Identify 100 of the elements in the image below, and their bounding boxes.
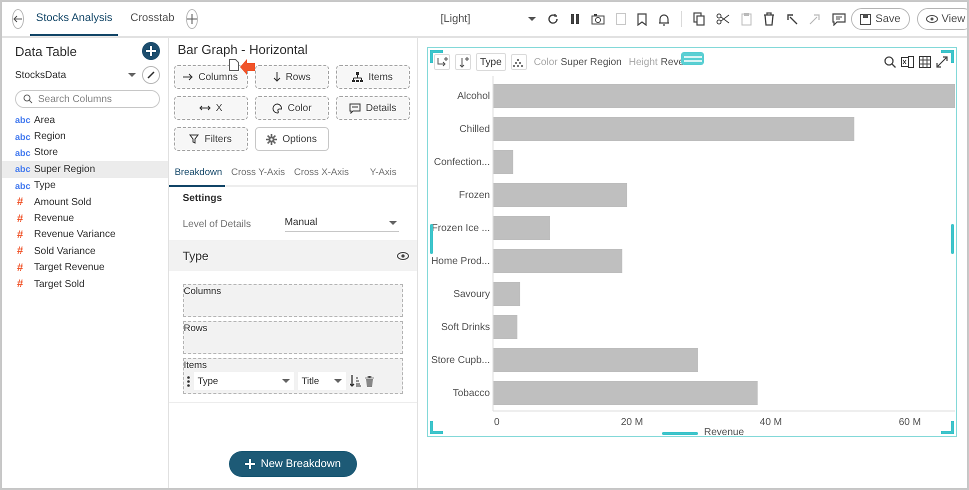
hierarchy-icon: [352, 72, 364, 82]
comment-icon[interactable]: [832, 12, 846, 26]
color-field: Super Region: [560, 56, 622, 68]
level-dropdown[interactable]: Manual: [284, 217, 399, 232]
scissors-icon[interactable]: [716, 13, 730, 25]
drop-zone[interactable]: Items Type Title: [182, 358, 403, 394]
section-heading: Settings: [182, 193, 224, 204]
resize-handle[interactable]: [430, 224, 433, 254]
bar: [493, 315, 518, 339]
category-label: Alcohol: [457, 91, 490, 102]
tick-label: 60 M: [898, 417, 921, 428]
excel-icon[interactable]: [901, 56, 914, 68]
table-icon[interactable]: [919, 56, 931, 68]
drop-zone-button[interactable]: Columns: [174, 65, 248, 89]
column-item[interactable]: # Target Revenue: [2, 260, 168, 276]
save-button[interactable]: Save: [851, 8, 910, 30]
resize-handle[interactable]: [951, 224, 954, 254]
add-row-button[interactable]: [455, 54, 471, 70]
bookmark-icon[interactable]: [637, 12, 648, 26]
column-item[interactable]: abc Super Region: [2, 161, 168, 178]
clipboard-icon[interactable]: [741, 12, 752, 26]
label-dropdown[interactable]: Title: [298, 372, 346, 390]
resize-handle[interactable]: [430, 50, 443, 63]
resize-handle[interactable]: [941, 421, 954, 434]
column-item[interactable]: abc Area: [2, 112, 168, 128]
settings-tab[interactable]: Cross Y-Axis: [225, 159, 288, 187]
column-item[interactable]: abc Store: [2, 144, 168, 162]
column-item[interactable]: # Sold Variance: [2, 243, 168, 260]
zone-label: Rows: [184, 323, 208, 334]
copy-icon[interactable]: [693, 12, 706, 26]
column-item[interactable]: # Revenue: [2, 210, 168, 227]
type-button[interactable]: Type: [476, 53, 506, 71]
color-label: Color: [534, 56, 558, 68]
category-label: Home Prod...: [431, 256, 490, 267]
search-icon: [23, 94, 33, 104]
settings-tab[interactable]: Cross X-Axis: [288, 159, 352, 187]
category-label: Savoury: [453, 289, 490, 300]
view-button[interactable]: View: [916, 8, 967, 30]
search-field[interactable]: Search Columns: [15, 90, 160, 108]
drop-zone[interactable]: Columns: [182, 284, 403, 317]
caret-icon[interactable]: [528, 16, 536, 22]
trash-icon[interactable]: [763, 12, 776, 26]
new-breakdown-button[interactable]: New Breakdown: [228, 451, 357, 477]
caret-icon: [128, 72, 136, 78]
scatter-button[interactable]: [510, 54, 527, 70]
drop-zone-button[interactable]: Filters: [174, 127, 248, 151]
drop-zone-button[interactable]: Rows: [254, 65, 329, 89]
category-label: Frozen: [458, 190, 490, 201]
drop-zone-button[interactable]: X: [174, 96, 248, 120]
eye-icon[interactable]: [397, 252, 409, 260]
visualization-title: Bar Graph - Horizontal: [176, 41, 309, 57]
drop-zone-button[interactable]: Items: [336, 65, 410, 89]
column-item[interactable]: # Target Sold: [2, 276, 168, 292]
undo-icon[interactable]: [786, 13, 798, 25]
refresh-icon[interactable]: [547, 13, 560, 25]
resize-handle[interactable]: [662, 432, 698, 435]
bell-icon[interactable]: [658, 12, 670, 26]
column-item[interactable]: # Revenue Variance: [2, 226, 168, 244]
dashboard-tab[interactable]: Stocks Analysis: [30, 2, 118, 36]
back-button[interactable]: [12, 9, 24, 29]
category-label: Tobacco: [452, 388, 490, 399]
drag-handle-icon[interactable]: [186, 376, 190, 386]
dashboard-tab[interactable]: Crosstab: [124, 2, 180, 36]
field-label: Level of Details: [182, 219, 252, 230]
resize-handle[interactable]: [941, 50, 954, 63]
field-dropdown[interactable]: Type: [194, 372, 294, 390]
panel-title: Data Table: [15, 44, 77, 58]
drop-zone-button[interactable]: Details: [336, 96, 410, 120]
arrow-plus-icon: [458, 56, 468, 68]
bar: [493, 282, 520, 306]
settings-tab[interactable]: Y-Axis: [364, 159, 400, 187]
add-button[interactable]: [142, 42, 160, 60]
search-icon[interactable]: [884, 56, 896, 68]
tick-label: 40 M: [760, 417, 782, 428]
drop-zone-button[interactable]: Color: [254, 96, 329, 120]
column-item[interactable]: # Amount Sold: [2, 194, 168, 210]
theme-dropdown[interactable]: [Light]: [440, 13, 470, 25]
edit-button[interactable]: [142, 66, 160, 84]
resize-handle[interactable]: [430, 421, 443, 434]
drop-zone[interactable]: Rows: [182, 321, 403, 354]
data-source-dropdown[interactable]: StocksData: [15, 70, 142, 80]
zone-label: Columns: [184, 286, 222, 297]
axis-title: Revenue: [704, 427, 744, 436]
expand-icon[interactable]: [936, 56, 948, 68]
arrow-icon: [240, 59, 255, 75]
palette-icon: [272, 102, 283, 114]
column-item[interactable]: abc Region: [2, 128, 168, 145]
arrow-left-icon: [13, 14, 23, 24]
column-item[interactable]: abc Type: [2, 178, 168, 194]
drop-zone-button[interactable]: Options: [254, 127, 329, 151]
sort-icon[interactable]: [350, 375, 361, 387]
category-label: Confection...: [434, 157, 490, 168]
add-tab-button[interactable]: [186, 9, 198, 29]
pause-icon[interactable]: [570, 13, 580, 25]
filter-icon: [189, 134, 200, 144]
add-column-button[interactable]: [434, 54, 450, 70]
settings-tab[interactable]: Breakdown: [168, 159, 226, 187]
camera-icon[interactable]: [591, 13, 606, 25]
drag-handle[interactable]: [681, 52, 704, 65]
bar: [493, 216, 550, 240]
